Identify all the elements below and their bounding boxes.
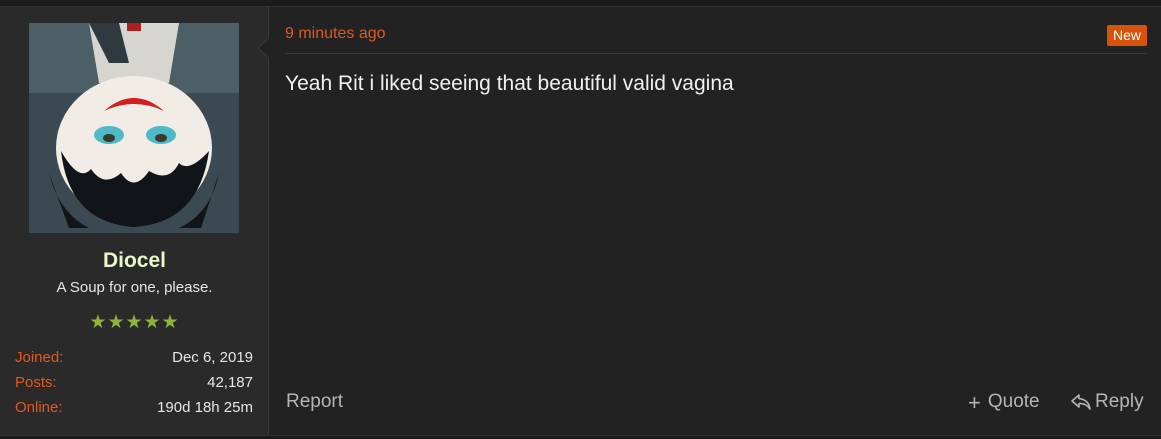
report-link[interactable]: Report bbox=[286, 391, 343, 413]
user-title: A Soup for one, please. bbox=[56, 279, 213, 296]
avatar[interactable] bbox=[29, 23, 239, 233]
stat-online: Online: 190d 18h 25m bbox=[15, 399, 253, 419]
stat-value: Dec 6, 2019 bbox=[172, 349, 253, 366]
username[interactable]: Diocel bbox=[0, 249, 269, 273]
quote-button[interactable]: + Quote bbox=[968, 391, 1040, 413]
forum-post: Diocel A Soup for one, please. ★★★★★ Joi… bbox=[0, 6, 1161, 436]
reply-arrow-icon bbox=[1071, 394, 1091, 410]
stat-joined: Joined: Dec 6, 2019 bbox=[15, 349, 253, 369]
rating-stars-icon: ★★★★★ bbox=[89, 312, 180, 333]
stat-value: 42,187 bbox=[207, 374, 253, 391]
stat-posts: Posts: 42,187 bbox=[15, 374, 253, 394]
message-pointer-fill bbox=[259, 38, 269, 58]
reply-label: Reply bbox=[1095, 391, 1144, 412]
header-divider bbox=[285, 53, 1147, 54]
plus-icon: + bbox=[968, 389, 981, 415]
post-timestamp[interactable]: 9 minutes ago bbox=[285, 25, 386, 43]
stat-label: Joined: bbox=[15, 349, 64, 366]
stat-value: 190d 18h 25m bbox=[157, 399, 253, 416]
quote-label: Quote bbox=[987, 391, 1040, 412]
reply-button[interactable]: Reply bbox=[1070, 391, 1144, 413]
new-badge: New bbox=[1106, 25, 1147, 46]
stat-label: Posts: bbox=[15, 374, 57, 391]
user-info-panel: Diocel A Soup for one, please. ★★★★★ Joi… bbox=[0, 7, 269, 435]
post-message: Yeah Rit i liked seeing that beautiful v… bbox=[285, 72, 734, 95]
stat-label: Online: bbox=[15, 399, 63, 416]
